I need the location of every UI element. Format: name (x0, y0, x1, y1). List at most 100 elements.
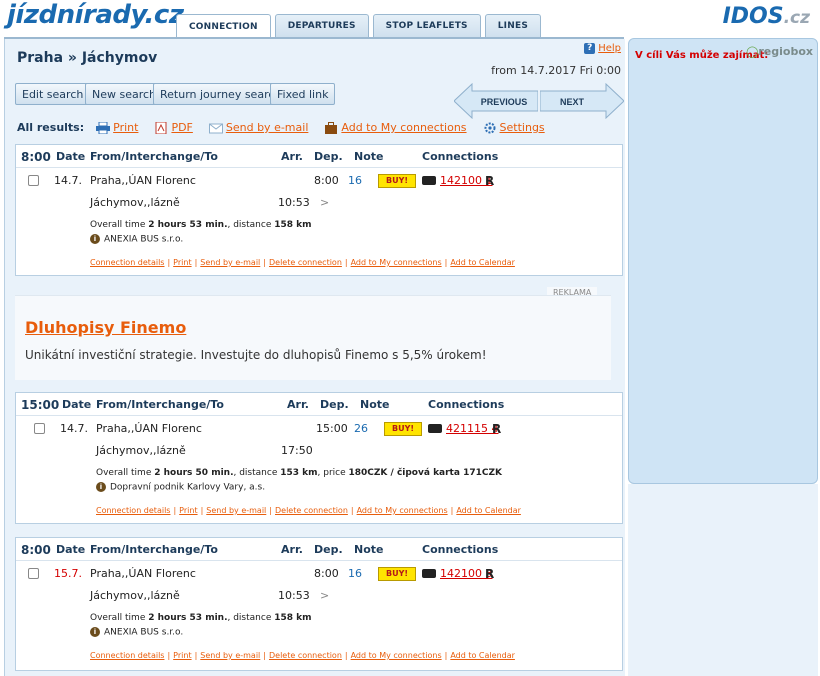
connection-type: R (492, 422, 502, 436)
connection-details-link[interactable]: Connection details (90, 258, 164, 267)
row-add-my-link[interactable]: Add to My connections (351, 258, 442, 267)
col-connections: Connections (422, 543, 499, 556)
ad-banner[interactable]: Dluhopisy Finemo Unikátní investiční str… (15, 295, 611, 380)
row-links: Connection details | Print | Send by e-mail |… (90, 258, 515, 267)
col-date: Date (56, 543, 86, 556)
tab-stop-leaflets[interactable]: STOP LEAFLETS (372, 14, 481, 37)
link-separator: | (194, 651, 198, 660)
delete-connection-link[interactable]: Delete connection (269, 258, 342, 267)
print-link[interactable]: Print (96, 121, 138, 134)
row-links: Connection details | Print | Send by e-mail |… (90, 651, 515, 660)
row-date: 15.7. (54, 567, 82, 580)
site-logo[interactable]: jízdnírady.cz (7, 0, 184, 30)
summary-prefix: Overall time (96, 468, 155, 478)
search-date: from 14.7.2017 Fri 0:00 (491, 64, 621, 77)
buy-button[interactable]: BUY! (378, 174, 416, 188)
add-my-connections-link[interactable]: Add to My connections (324, 121, 467, 134)
row-add-my-link[interactable]: Add to My connections (351, 651, 442, 660)
result-header: 8:00 Date From/Interchange/To Arr. Dep. … (16, 145, 622, 168)
previous-label: PREVIOUS (481, 97, 528, 107)
link-separator: | (344, 651, 348, 660)
summary-distance: 153 km (280, 468, 318, 478)
briefcase-icon (325, 122, 338, 134)
row-summary: Overall time 2 hours 53 min., distance 1… (90, 613, 312, 623)
delete-connection-link[interactable]: Delete connection (269, 651, 342, 660)
page-title: Praha » Jáchymov (17, 50, 158, 66)
summary-price: 180CZK / čipová karta 171CZK (348, 468, 502, 478)
help-link[interactable]: ? Help (584, 43, 621, 54)
col-date: Date (56, 150, 86, 163)
row-add-my-link[interactable]: Add to My connections (357, 506, 448, 515)
col-dep: Dep. (320, 398, 349, 411)
print-label: Print (113, 121, 139, 134)
help-icon: ? (584, 43, 596, 54)
result-box-2: 15:00 Date From/Interchange/To Arr. Dep.… (15, 392, 623, 524)
row-print-link[interactable]: Print (173, 651, 191, 660)
help-label: Help (598, 43, 621, 54)
col-connections: Connections (422, 150, 499, 163)
col-arr: Arr. (281, 543, 303, 556)
col-connections: Connections (428, 398, 505, 411)
regiobox-mark: ◯ (746, 45, 759, 58)
buy-button[interactable]: BUY! (378, 567, 416, 581)
settings-label: Settings (499, 121, 545, 134)
email-link[interactable]: Send by e-mail (208, 121, 308, 134)
result-checkbox[interactable] (28, 175, 39, 186)
previous-button[interactable]: PREVIOUS (454, 83, 538, 119)
next-button[interactable]: NEXT (540, 83, 624, 119)
row-arrow: > (320, 589, 330, 602)
all-results-bar: All results: Print PDF Send by e-mail Ad… (17, 121, 545, 134)
fixed-link-button[interactable]: Fixed link (270, 83, 336, 105)
ad-title[interactable]: Dluhopisy Finemo (25, 318, 186, 337)
row-from: Praha,,ÚAN Florenc (90, 174, 196, 187)
summary-prefix: Overall time (90, 220, 149, 230)
add-calendar-link[interactable]: Add to Calendar (450, 651, 515, 660)
connection-details-link[interactable]: Connection details (90, 651, 164, 660)
link-separator: | (263, 651, 266, 660)
row-print-link[interactable]: Print (179, 506, 197, 515)
row-email-link[interactable]: Send by e-mail (200, 651, 260, 660)
col-arr: Arr. (281, 150, 303, 163)
row-date: 14.7. (54, 174, 82, 187)
link-separator: | (444, 651, 448, 660)
add-calendar-link[interactable]: Add to Calendar (456, 506, 521, 515)
delete-connection-link[interactable]: Delete connection (275, 506, 348, 515)
connection-details-link[interactable]: Connection details (96, 506, 170, 515)
tab-lines[interactable]: LINES (484, 14, 541, 37)
pdf-link[interactable]: PDF (154, 121, 193, 134)
row-dep: 15:00 (316, 422, 348, 435)
summary-duration: 2 hours 50 min. (154, 468, 234, 478)
summary-distance: 158 km (274, 613, 312, 623)
row-links: Connection details | Print | Send by e-mail |… (96, 506, 521, 515)
settings-link[interactable]: Settings (483, 121, 545, 134)
link-separator: | (263, 258, 266, 267)
tab-departures[interactable]: DEPARTURES (274, 14, 369, 37)
add-calendar-link[interactable]: Add to Calendar (450, 258, 515, 267)
col-note: Note (354, 543, 384, 556)
summary-price-label: , price (317, 468, 349, 478)
add-my-connections-label: Add to My connections (341, 121, 467, 134)
new-search-button[interactable]: New search (85, 83, 164, 105)
link-separator: | (194, 258, 198, 267)
printer-icon (96, 122, 111, 134)
info-icon: i (90, 234, 100, 244)
row-email-link[interactable]: Send by e-mail (206, 506, 266, 515)
idos-logo[interactable]: IDOS.cz (723, 4, 810, 29)
return-journey-button[interactable]: Return journey search (153, 83, 289, 105)
result-box-3: 8:00 Date From/Interchange/To Arr. Dep. … (15, 537, 623, 671)
buy-button[interactable]: BUY! (384, 422, 422, 436)
row-email-link[interactable]: Send by e-mail (200, 258, 260, 267)
result-checkbox[interactable] (34, 423, 45, 434)
edit-search-button[interactable]: Edit search (15, 83, 91, 105)
row-arr: 17:50 (281, 444, 313, 457)
row-print-link[interactable]: Print (173, 258, 191, 267)
connection-link[interactable]: 421115 4 (446, 422, 499, 435)
result-checkbox[interactable] (28, 568, 39, 579)
tab-connection[interactable]: CONNECTION (176, 14, 271, 38)
pdf-icon (155, 122, 167, 134)
regiobox-logo[interactable]: ◯regiobox (746, 45, 813, 58)
regiobox-label: regiobox (758, 45, 813, 58)
row-arrow: > (320, 196, 330, 209)
link-separator: | (269, 506, 272, 515)
link-separator: | (344, 258, 348, 267)
